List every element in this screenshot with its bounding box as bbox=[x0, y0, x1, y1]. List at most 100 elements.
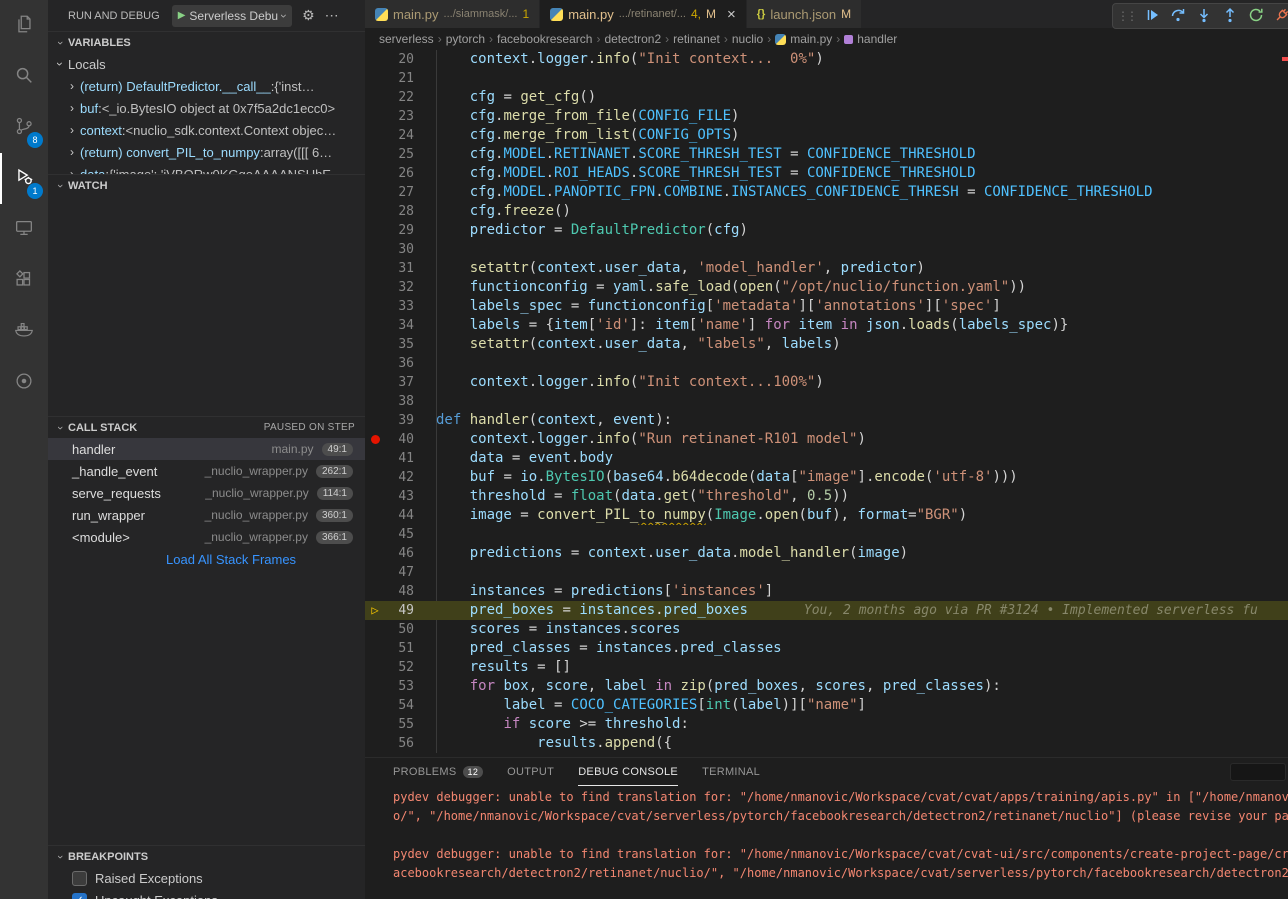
line-number[interactable]: 51 bbox=[385, 639, 414, 658]
line-number[interactable]: 24 bbox=[385, 126, 414, 145]
activity-item-search[interactable] bbox=[0, 51, 48, 102]
variable-row[interactable]: ›(return) convert_PIL_to_numpy: array([[… bbox=[48, 141, 365, 163]
watch-section-header[interactable]: › WATCH bbox=[48, 174, 365, 196]
panel-tab-problems[interactable]: PROBLEMS12 bbox=[393, 758, 483, 786]
variables-section-header[interactable]: › VARIABLES bbox=[48, 31, 365, 53]
call-stack-section-header[interactable]: › CALL STACK PAUSED ON STEP bbox=[48, 416, 365, 438]
line-number[interactable]: 21 bbox=[385, 69, 414, 88]
gutter-glyph-margin[interactable] bbox=[365, 506, 385, 525]
variable-row[interactable]: ›context: <nuclio_sdk.context.Context ob… bbox=[48, 119, 365, 141]
activity-item-remote-explorer[interactable] bbox=[0, 204, 48, 255]
code-line[interactable]: 36 bbox=[365, 354, 1288, 373]
gutter-glyph-margin[interactable] bbox=[365, 373, 385, 392]
load-all-stack-frames-link[interactable]: Load All Stack Frames bbox=[48, 548, 365, 570]
code-line[interactable]: 32 functionconfig = yaml.safe_load(open(… bbox=[365, 278, 1288, 297]
restart-button[interactable] bbox=[1244, 5, 1268, 27]
code-line[interactable]: 26 cfg.MODEL.ROI_HEADS.SCORE_THRESH_TEST… bbox=[365, 164, 1288, 183]
code-line[interactable]: 34 labels = {item['id']: item['name'] fo… bbox=[365, 316, 1288, 335]
line-number[interactable]: 46 bbox=[385, 544, 414, 563]
stack-frame[interactable]: <module>_nuclio_wrapper.py366:1 bbox=[48, 526, 365, 548]
gutter-glyph-margin[interactable] bbox=[365, 449, 385, 468]
gutter-glyph-margin[interactable] bbox=[365, 411, 385, 430]
line-number[interactable]: 34 bbox=[385, 316, 414, 335]
line-number[interactable]: 23 bbox=[385, 107, 414, 126]
stack-frame[interactable]: serve_requests_nuclio_wrapper.py114:1 bbox=[48, 482, 365, 504]
gutter-glyph-margin[interactable] bbox=[365, 563, 385, 582]
editor-tab[interactable]: main.py.../siammask/...1 bbox=[365, 0, 540, 28]
code-line[interactable]: 52 results = [] bbox=[365, 658, 1288, 677]
variable-row[interactable]: ›data: {'image': 'iVBORw0KGgoAAAANSUhE… bbox=[48, 163, 365, 174]
code-line[interactable]: 20 context.logger.info("Init context... … bbox=[365, 50, 1288, 69]
code-line[interactable]: 56 results.append({ bbox=[365, 734, 1288, 753]
line-number[interactable]: 35 bbox=[385, 335, 414, 354]
line-number[interactable]: 25 bbox=[385, 145, 414, 164]
disconnect-button[interactable] bbox=[1270, 5, 1288, 27]
panel-filter-input[interactable] bbox=[1230, 763, 1286, 781]
checkbox-checked[interactable]: ✓ bbox=[72, 893, 87, 899]
line-number[interactable]: 44 bbox=[385, 506, 414, 525]
line-number[interactable]: 43 bbox=[385, 487, 414, 506]
activity-item-circle-tool[interactable] bbox=[0, 357, 48, 408]
activity-item-docker[interactable] bbox=[0, 306, 48, 357]
line-number[interactable]: 37 bbox=[385, 373, 414, 392]
line-number[interactable]: 53 bbox=[385, 677, 414, 696]
line-number[interactable]: 39 bbox=[385, 411, 414, 430]
variable-row[interactable]: ›buf: <_io.BytesIO object at 0x7f5a2dc1e… bbox=[48, 97, 365, 119]
panel-tab-debug-console[interactable]: DEBUG CONSOLE bbox=[578, 758, 678, 786]
gutter-glyph-margin[interactable] bbox=[365, 392, 385, 411]
gutter-glyph-margin[interactable] bbox=[365, 240, 385, 259]
gutter-glyph-margin[interactable] bbox=[365, 335, 385, 354]
gutter-glyph-margin[interactable] bbox=[365, 544, 385, 563]
code-line[interactable]: 22 cfg = get_cfg() bbox=[365, 88, 1288, 107]
line-number[interactable]: 45 bbox=[385, 525, 414, 544]
code-line[interactable]: 43 threshold = float(data.get("threshold… bbox=[365, 487, 1288, 506]
breakpoints-section-header[interactable]: › BREAKPOINTS bbox=[48, 845, 365, 867]
line-number[interactable]: 40 bbox=[385, 430, 414, 449]
code-line[interactable]: 38 bbox=[365, 392, 1288, 411]
line-number[interactable]: 33 bbox=[385, 297, 414, 316]
gutter-glyph-margin[interactable] bbox=[365, 126, 385, 145]
code-line[interactable]: 29 predictor = DefaultPredictor(cfg) bbox=[365, 221, 1288, 240]
line-number[interactable]: 22 bbox=[385, 88, 414, 107]
close-icon[interactable]: × bbox=[727, 7, 736, 22]
code-line[interactable]: 41 data = event.body bbox=[365, 449, 1288, 468]
code-line[interactable]: ▷49 pred_boxes = instances.pred_boxesYou… bbox=[365, 601, 1288, 620]
line-number[interactable]: 30 bbox=[385, 240, 414, 259]
line-number[interactable]: 27 bbox=[385, 183, 414, 202]
line-number[interactable]: 36 bbox=[385, 354, 414, 373]
line-number[interactable]: 20 bbox=[385, 50, 414, 69]
gutter-glyph-margin[interactable] bbox=[365, 183, 385, 202]
step-over-button[interactable] bbox=[1166, 5, 1190, 27]
line-number[interactable]: 31 bbox=[385, 259, 414, 278]
line-number[interactable]: 56 bbox=[385, 734, 414, 753]
breadcrumb-item[interactable]: pytorch bbox=[446, 32, 485, 46]
code-line[interactable]: 27 cfg.MODEL.PANOPTIC_FPN.COMBINE.INSTAN… bbox=[365, 183, 1288, 202]
code-line[interactable]: 31 setattr(context.user_data, 'model_han… bbox=[365, 259, 1288, 278]
line-number[interactable]: 28 bbox=[385, 202, 414, 221]
gutter-glyph-margin[interactable] bbox=[365, 202, 385, 221]
panel-tab-terminal[interactable]: TERMINAL bbox=[702, 758, 760, 786]
panel-tab-output[interactable]: OUTPUT bbox=[507, 758, 554, 786]
code-line[interactable]: 39def handler(context, event): bbox=[365, 411, 1288, 430]
breadcrumb-item[interactable]: retinanet bbox=[673, 32, 720, 46]
code-line[interactable]: 24 cfg.merge_from_list(CONFIG_OPTS) bbox=[365, 126, 1288, 145]
stack-frame[interactable]: handlermain.py49:1 bbox=[48, 438, 365, 460]
gutter-glyph-margin[interactable] bbox=[365, 696, 385, 715]
code-line[interactable]: 40 context.logger.info("Run retinanet-R1… bbox=[365, 430, 1288, 449]
breakpoint-row[interactable]: ✓Uncaught Exceptions bbox=[48, 889, 365, 899]
stack-frame[interactable]: _handle_event_nuclio_wrapper.py262:1 bbox=[48, 460, 365, 482]
code-line[interactable]: 45 bbox=[365, 525, 1288, 544]
line-number[interactable]: 54 bbox=[385, 696, 414, 715]
gear-icon[interactable]: ⚙ bbox=[302, 7, 315, 24]
code-line[interactable]: 53 for box, score, label in zip(pred_box… bbox=[365, 677, 1288, 696]
breadcrumb-item[interactable]: main.py bbox=[775, 32, 832, 46]
gutter-glyph-margin[interactable] bbox=[365, 658, 385, 677]
variable-row[interactable]: ›(return) DefaultPredictor.__call__: {'i… bbox=[48, 75, 365, 97]
gutter-glyph-margin[interactable] bbox=[365, 107, 385, 126]
code-line[interactable]: 50 scores = instances.scores bbox=[365, 620, 1288, 639]
code-line[interactable]: 37 context.logger.info("Init context...1… bbox=[365, 373, 1288, 392]
gutter-glyph-margin[interactable] bbox=[365, 164, 385, 183]
breadcrumb-item[interactable]: nuclio bbox=[732, 32, 763, 46]
line-number[interactable]: 49 bbox=[385, 601, 414, 620]
breadcrumb-item[interactable]: detectron2 bbox=[604, 32, 661, 46]
